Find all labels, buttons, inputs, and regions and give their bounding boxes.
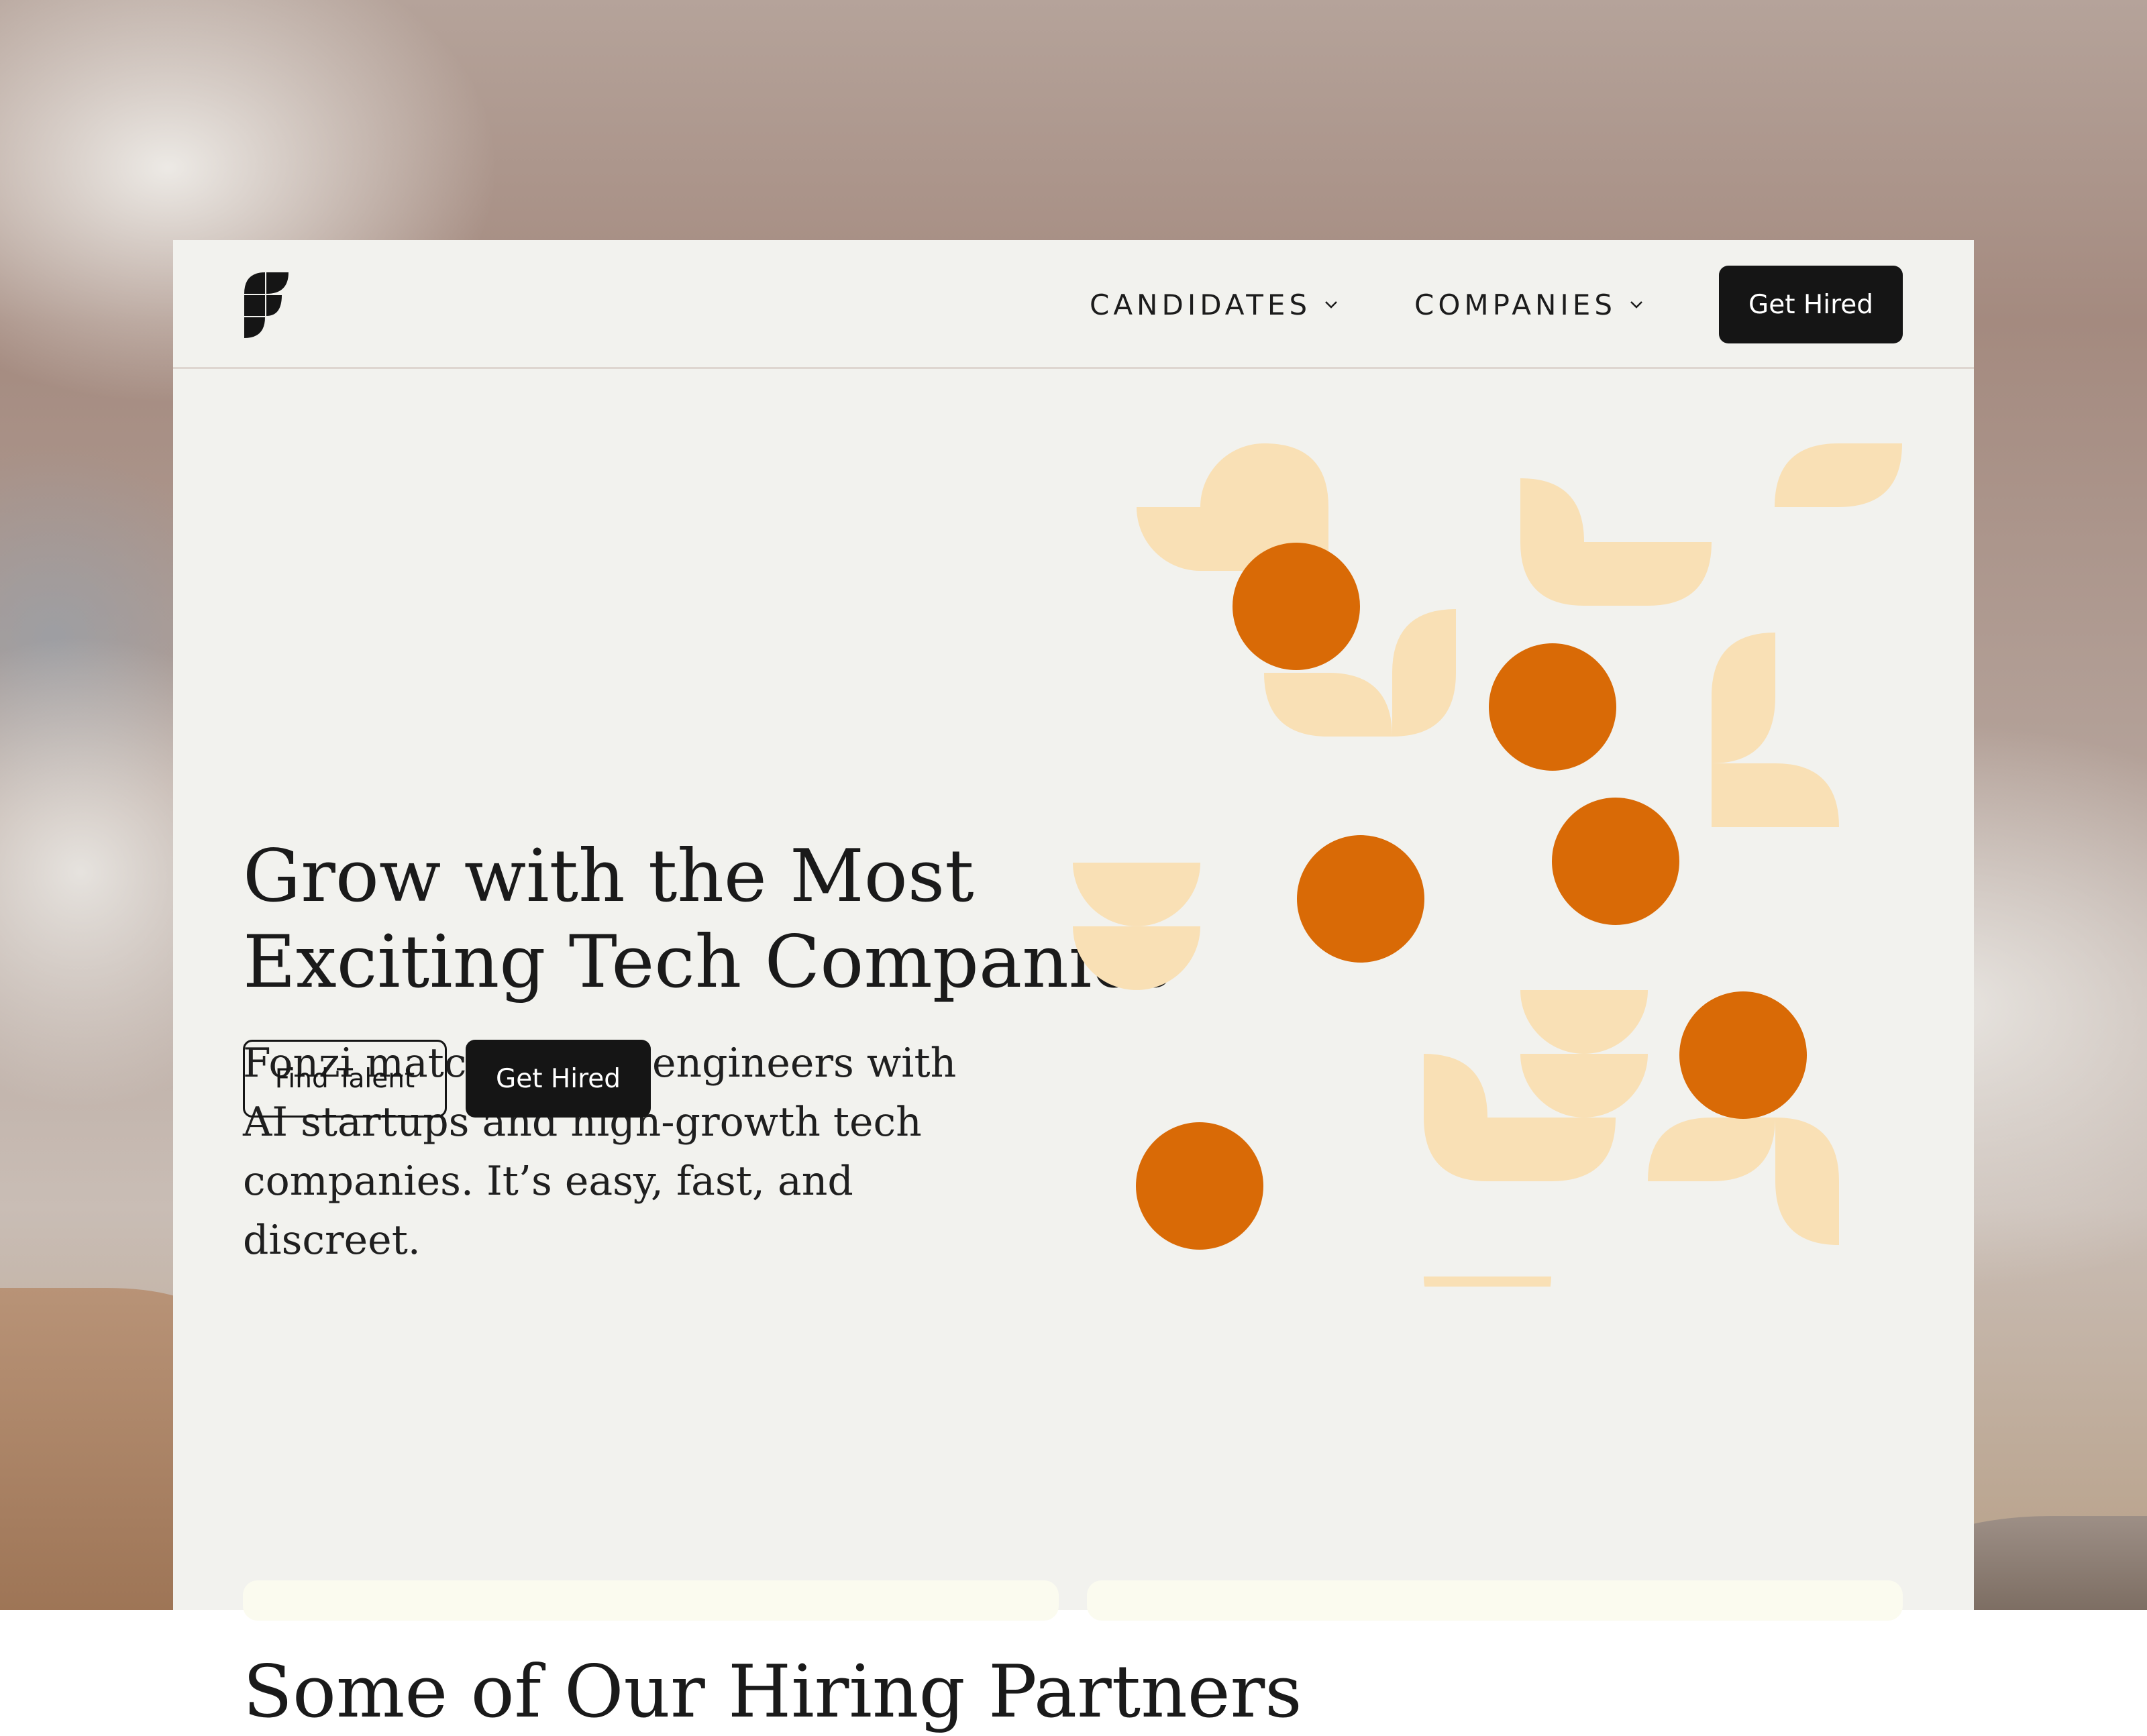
hero-title: Grow with the Most Exciting Tech Compani… <box>243 834 1182 1006</box>
website-window: CANDIDATES COMPANIES Get Hired Grow with… <box>173 240 1974 1734</box>
nav-candidates-label: CANDIDATES <box>1090 288 1312 321</box>
partner-card[interactable] <box>243 1580 1059 1621</box>
nav-companies-label: COMPANIES <box>1414 288 1616 321</box>
chevron-down-icon <box>1325 301 1338 309</box>
fonzi-logo-icon[interactable] <box>243 271 290 338</box>
nav-companies[interactable]: COMPANIES <box>1414 286 1644 323</box>
hero-title-line-2: Exciting Tech Companies <box>243 920 1172 1004</box>
hero-title-line-1: Grow with the Most <box>243 834 974 918</box>
find-talent-button[interactable]: Find Talent <box>243 1040 447 1118</box>
nav-get-hired-button[interactable]: Get Hired <box>1719 266 1903 343</box>
hero-get-hired-button[interactable]: Get Hired <box>466 1040 651 1118</box>
hero-subtitle-line-3: companies. It’s easy, fast, and discreet… <box>243 1158 853 1264</box>
nav-candidates[interactable]: CANDIDATES <box>1090 286 1339 323</box>
hiring-partners-title: Some of Our Hiring Partners <box>243 1650 1302 1734</box>
partner-card[interactable] <box>1087 1580 1903 1621</box>
chevron-down-icon <box>1630 301 1642 309</box>
decorative-flower-pattern <box>1073 443 1902 1287</box>
top-navigation: CANDIDATES COMPANIES Get Hired <box>173 240 1974 369</box>
background-hill <box>0 1288 201 1610</box>
